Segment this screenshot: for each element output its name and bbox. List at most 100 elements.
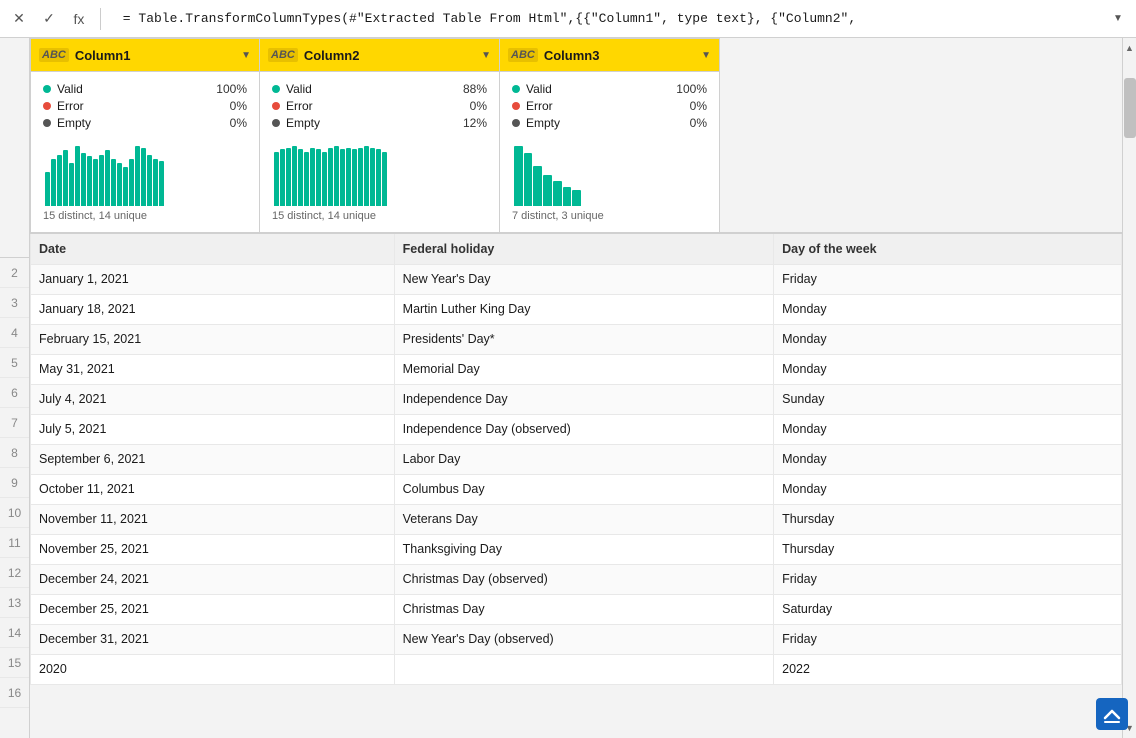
- column-header-2[interactable]: ABC Column2 ▼: [260, 38, 500, 72]
- bar: [45, 172, 50, 206]
- bar: [382, 152, 387, 206]
- table-row[interactable]: September 6, 2021Labor DayMonday: [31, 444, 1122, 474]
- formula-bar: ✕ ✓ fx ▼: [0, 0, 1136, 38]
- cell-row13-col2: Christmas Day (observed): [394, 564, 773, 594]
- table-row[interactable]: December 25, 2021Christmas DaySaturday: [31, 594, 1122, 624]
- col2-empty-pct: 12%: [451, 116, 487, 130]
- col1-valid-dot: [43, 85, 51, 93]
- bar: [105, 150, 110, 206]
- cell-row16-col2: [394, 654, 773, 684]
- bar: [298, 149, 303, 206]
- row-num-13: 13: [0, 588, 29, 618]
- col1-valid-stat: Valid 100%: [43, 82, 247, 96]
- col2-valid-dot: [272, 85, 280, 93]
- bar: [352, 149, 357, 206]
- bar: [364, 146, 369, 206]
- table-row[interactable]: October 11, 2021Columbus DayMonday: [31, 474, 1122, 504]
- bar: [159, 161, 164, 206]
- formula-bar-separator: [100, 8, 101, 30]
- table-row[interactable]: January 18, 2021Martin Luther King DayMo…: [31, 294, 1122, 324]
- cell-row15-col1: December 31, 2021: [31, 624, 395, 654]
- fx-icon: fx: [74, 11, 85, 27]
- cancel-button[interactable]: ✕: [6, 6, 32, 32]
- col3-dropdown-icon[interactable]: ▼: [701, 50, 711, 61]
- table-row[interactable]: May 31, 2021Memorial DayMonday: [31, 354, 1122, 384]
- bar: [129, 159, 134, 206]
- bar: [376, 149, 381, 206]
- col3-footer: 7 distinct, 3 unique: [512, 210, 707, 222]
- table-row[interactable]: July 4, 2021Independence DaySunday: [31, 384, 1122, 414]
- col2-valid-stat: Valid 88%: [272, 82, 487, 96]
- profile-card-3: Valid 100% Error 0% Empty 0% 7 distinct,…: [500, 72, 720, 232]
- subscribe-icon: [1096, 698, 1128, 730]
- bar: [524, 153, 533, 206]
- chevron-down-icon: ▼: [1113, 13, 1123, 24]
- bar: [111, 159, 116, 206]
- column-header-1[interactable]: ABC Column1 ▼: [30, 38, 260, 72]
- bar: [514, 146, 523, 206]
- close-icon: ✕: [13, 10, 25, 27]
- col1-error-stat: Error 0%: [43, 99, 247, 113]
- cell-row8-col1: July 5, 2021: [31, 414, 395, 444]
- col1-error-pct: 0%: [211, 99, 247, 113]
- bar: [63, 150, 68, 206]
- col1-valid-pct: 100%: [211, 82, 247, 96]
- scroll-track: [1123, 58, 1136, 718]
- col1-type-icon: ABC: [39, 48, 69, 62]
- row-num-5: 5: [0, 348, 29, 378]
- row-num-6: 6: [0, 378, 29, 408]
- table-row[interactable]: November 11, 2021Veterans DayThursday: [31, 504, 1122, 534]
- bar: [543, 175, 552, 206]
- col3-empty-pct: 0%: [671, 116, 707, 130]
- cell-row3-col1: January 1, 2021: [31, 264, 395, 294]
- col1-header-name: Column1: [75, 48, 235, 63]
- row-num-8: 8: [0, 438, 29, 468]
- col3-header-name: Column3: [544, 48, 695, 63]
- commit-button[interactable]: ✓: [36, 6, 62, 32]
- col2-empty-dot: [272, 119, 280, 127]
- profile-card-2: Valid 88% Error 0% Empty 12% 15 distinct…: [260, 72, 500, 232]
- col2-error-dot: [272, 102, 280, 110]
- col2-error-stat: Error 0%: [272, 99, 487, 113]
- bar: [572, 190, 581, 206]
- row-num-15: 15: [0, 648, 29, 678]
- col3-mini-chart: [512, 138, 707, 206]
- table-row[interactable]: July 5, 2021Independence Day (observed)M…: [31, 414, 1122, 444]
- col1-dropdown-icon[interactable]: ▼: [241, 50, 251, 61]
- table-row[interactable]: DateFederal holidayDay of the week: [31, 234, 1122, 264]
- bar: [316, 149, 321, 206]
- data-table: DateFederal holidayDay of the weekJanuar…: [30, 234, 1122, 685]
- col2-error-pct: 0%: [451, 99, 487, 113]
- scroll-thumb[interactable]: [1124, 78, 1136, 138]
- scroll-up-button[interactable]: ▲: [1123, 38, 1136, 58]
- cell-row14-col1: December 25, 2021: [31, 594, 395, 624]
- col3-valid-label: Valid: [526, 82, 665, 96]
- col3-empty-label: Empty: [526, 116, 665, 130]
- table-row[interactable]: January 1, 2021New Year's DayFriday: [31, 264, 1122, 294]
- bar: [123, 167, 128, 206]
- col2-dropdown-icon[interactable]: ▼: [481, 50, 491, 61]
- table-row[interactable]: February 15, 2021Presidents' Day*Monday: [31, 324, 1122, 354]
- formula-input[interactable]: [109, 11, 1102, 26]
- row-num-2: 2: [0, 258, 29, 288]
- cell-row4-col3: Monday: [774, 294, 1122, 324]
- cell-row6-col3: Monday: [774, 354, 1122, 384]
- col3-error-label: Error: [526, 99, 665, 113]
- column-header-3[interactable]: ABC Column3 ▼: [500, 38, 720, 72]
- table-row[interactable]: November 25, 2021Thanksgiving DayThursda…: [31, 534, 1122, 564]
- cell-row5-col3: Monday: [774, 324, 1122, 354]
- col2-type-icon: ABC: [268, 48, 298, 62]
- table-row[interactable]: December 31, 2021New Year's Day (observe…: [31, 624, 1122, 654]
- col2-header-name: Column2: [304, 48, 475, 63]
- main-area: 2 3 4 5 6 7 8 9 10 11 12 13 14 15 16 ABC…: [0, 38, 1136, 738]
- check-icon: ✓: [43, 10, 55, 27]
- table-row[interactable]: 20202022: [31, 654, 1122, 684]
- expand-formula-button[interactable]: ▼: [1106, 7, 1130, 31]
- fx-button[interactable]: fx: [66, 6, 92, 32]
- col1-error-label: Error: [57, 99, 205, 113]
- table-row[interactable]: December 24, 2021Christmas Day (observed…: [31, 564, 1122, 594]
- row-num-10: 10: [0, 498, 29, 528]
- bar: [553, 181, 562, 206]
- table-area: ABC Column1 ▼ ABC Column2 ▼ ABC Column3 …: [30, 38, 1122, 738]
- bar: [93, 159, 98, 206]
